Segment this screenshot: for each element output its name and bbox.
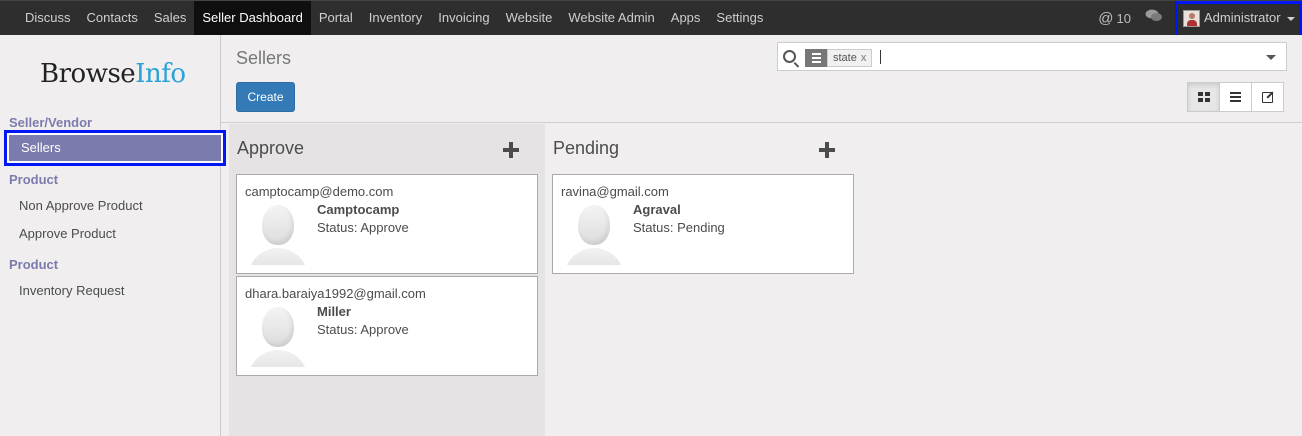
menu-sales[interactable]: Sales (146, 1, 195, 35)
quick-create-plus-icon[interactable] (817, 140, 837, 160)
menu-website-admin[interactable]: Website Admin (560, 1, 662, 35)
chat-icon[interactable] (1145, 8, 1167, 28)
systray: @ 10 Administrator (1098, 0, 1302, 45)
at-icon: @ (1098, 9, 1114, 27)
sidebar-item-sellers[interactable]: Sellers (4, 130, 226, 166)
form-view-button[interactable] (1251, 82, 1284, 112)
menu-settings[interactable]: Settings (708, 1, 771, 35)
mentions-count: 10 (1116, 10, 1131, 26)
card-name: Camptocamp (317, 202, 400, 217)
column-title: Approve (237, 138, 305, 158)
search-input[interactable] (880, 50, 881, 64)
avatar-placeholder-icon (248, 304, 308, 367)
card-email: camptocamp@demo.com (245, 184, 394, 199)
card-email: ravina@gmail.com (561, 184, 669, 199)
edit-icon (1262, 91, 1273, 103)
search-bar[interactable]: state x (777, 42, 1287, 71)
menu-invoicing[interactable]: Invoicing (430, 1, 497, 35)
facet-value: state (833, 52, 857, 64)
kanban-column-approve: Approve camptocamp@demo.com Camptocamp S… (229, 124, 545, 436)
page-title: Sellers (236, 48, 292, 68)
list-icon (1230, 92, 1241, 102)
menu-website[interactable]: Website (498, 1, 561, 35)
search-options-toggle[interactable] (1266, 55, 1276, 60)
logo-text-browse: Browse (40, 59, 136, 89)
control-panel: Sellers Create state x (221, 35, 1302, 123)
logo-text-info: Info (135, 59, 186, 89)
sidebar-item-approve-product[interactable]: Approve Product (19, 226, 116, 241)
sidebar-item-non-approve-product[interactable]: Non Approve Product (19, 198, 143, 213)
sidebar-item-label: Sellers (9, 135, 221, 161)
kanban-card[interactable]: dhara.baraiya1992@gmail.com Miller Statu… (236, 276, 538, 376)
quick-create-plus-icon[interactable] (501, 140, 521, 160)
sidebar-item-inventory-request[interactable]: Inventory Request (19, 283, 125, 298)
card-status: Status: Pending (633, 220, 725, 235)
sidebar-section-seller-vendor: Seller/Vendor (9, 115, 93, 130)
kanban-card[interactable]: camptocamp@demo.com Camptocamp Status: A… (236, 174, 538, 274)
user-name: Administrator (1204, 9, 1281, 25)
card-status: Status: Approve (317, 322, 409, 337)
avatar-placeholder-icon (248, 202, 308, 265)
sidebar-section-product-2: Product (9, 257, 59, 272)
app-menu: Discuss Contacts Sales Seller Dashboard … (17, 1, 771, 35)
mentions-button[interactable]: @ 10 (1098, 10, 1131, 27)
search-facet: state x (805, 49, 873, 67)
menu-inventory[interactable]: Inventory (361, 1, 430, 35)
menu-discuss[interactable]: Discuss (17, 1, 79, 35)
caret-down-icon (1286, 16, 1295, 21)
browseinfo-logo: BrowseInfo (40, 59, 186, 89)
create-button[interactable]: Create (236, 82, 295, 112)
sidebar-section-product: Product (9, 172, 59, 187)
column-title: Pending (553, 138, 620, 158)
card-status: Status: Approve (317, 220, 409, 235)
menu-contacts[interactable]: Contacts (79, 1, 146, 35)
kanban-column-pending: Pending ravina@gmail.com Agraval Status:… (545, 124, 861, 436)
menu-portal[interactable]: Portal (311, 1, 361, 35)
menu-seller-dashboard[interactable]: Seller Dashboard (194, 1, 311, 35)
sidebar: BrowseInfo Seller/Vendor Sellers Product… (0, 35, 226, 436)
search-icon (783, 50, 796, 63)
kanban-card[interactable]: ravina@gmail.com Agraval Status: Pending (552, 174, 854, 274)
kanban-view-button[interactable] (1187, 82, 1220, 112)
card-email: dhara.baraiya1992@gmail.com (245, 286, 426, 301)
list-view-button[interactable] (1219, 82, 1252, 112)
view-switcher (1187, 82, 1284, 112)
menu-apps[interactable]: Apps (663, 1, 709, 35)
card-name: Agraval (633, 202, 681, 217)
card-name: Miller (317, 304, 351, 319)
kanban-icon (1197, 92, 1210, 102)
facet-value-box: state x (827, 49, 873, 67)
avatar (1183, 9, 1200, 27)
avatar-placeholder-icon (564, 202, 624, 265)
top-navbar: Discuss Contacts Sales Seller Dashboard … (0, 0, 1302, 45)
facet-remove-icon[interactable]: x (861, 52, 867, 64)
filter-facet-icon (805, 49, 827, 67)
